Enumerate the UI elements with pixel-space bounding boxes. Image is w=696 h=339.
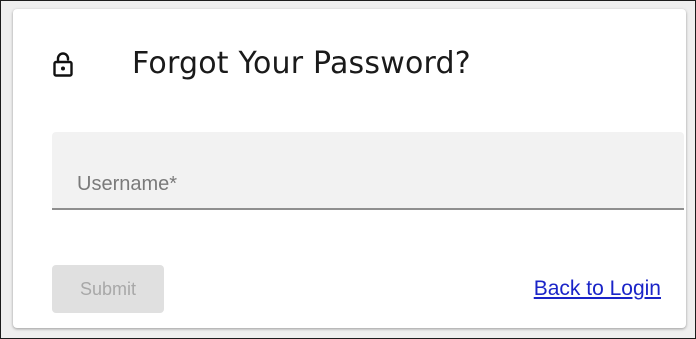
- username-field[interactable]: [52, 132, 684, 210]
- back-to-login-link[interactable]: Back to Login: [534, 275, 661, 303]
- lock-icon: [53, 51, 73, 77]
- page-title: Forgot Your Password?: [132, 46, 471, 81]
- page: Forgot Your Password? Submit Back to Log…: [0, 0, 696, 339]
- username-input[interactable]: [52, 132, 684, 208]
- card-header: Forgot Your Password?: [53, 49, 471, 79]
- submit-button[interactable]: Submit: [52, 265, 164, 313]
- forgot-password-card: Forgot Your Password? Submit Back to Log…: [13, 9, 686, 328]
